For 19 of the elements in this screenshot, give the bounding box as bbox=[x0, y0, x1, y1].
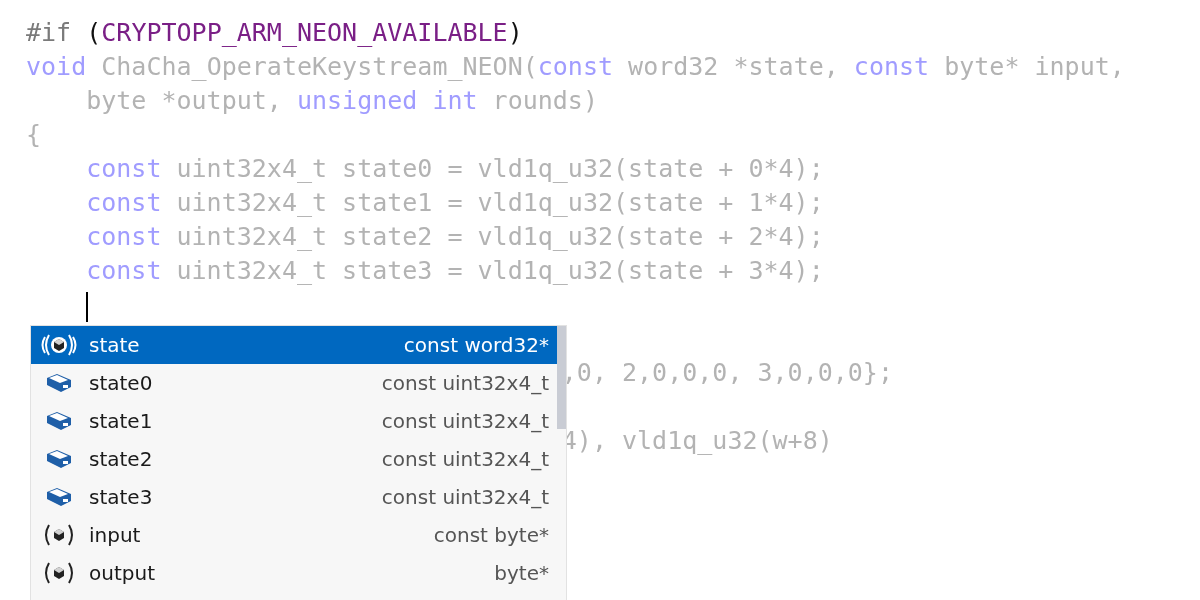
completion-item[interactable]: state const word32* bbox=[31, 326, 557, 364]
code-line: void ChaCha_OperateKeystream_NEON(const word32 *state, const byte* input, bbox=[26, 51, 1125, 83]
scrollbar-thumb[interactable] bbox=[557, 326, 566, 429]
completion-item[interactable]: output byte* bbox=[31, 554, 557, 592]
code-line: #if (CRYPTOPP_ARM_NEON_AVAILABLE) bbox=[26, 17, 523, 49]
completion-item[interactable]: input const byte* bbox=[31, 516, 557, 554]
code-line: const uint32x4_t state0 = vld1q_u32(state + 0*4); bbox=[85, 153, 824, 185]
code-line: const uint32x4_t state3 = vld1q_u32(state + 3*4); bbox=[85, 255, 824, 287]
code-line: const uint32x4_t state1 = vld1q_u32(state + 1*4); bbox=[85, 187, 824, 219]
parameter-icon bbox=[41, 332, 77, 358]
completion-item[interactable]: state1 const uint32x4_t bbox=[31, 402, 557, 440]
code-line: byte *output, unsigned int rounds) bbox=[85, 85, 598, 117]
code-line: const uint32x4_t state2 = vld1q_u32(state + 2*4); bbox=[85, 221, 824, 253]
code-line: ,0, 2,0,0,0, 3,0,0,0}; bbox=[561, 357, 893, 389]
completion-item[interactable]: state3 const uint32x4_t bbox=[31, 478, 557, 516]
completion-item[interactable]: state2 const uint32x4_t bbox=[31, 440, 557, 478]
code-line: { bbox=[26, 119, 42, 151]
completion-item[interactable]: state0 const uint32x4_t bbox=[31, 364, 557, 402]
text-caret bbox=[86, 292, 89, 322]
